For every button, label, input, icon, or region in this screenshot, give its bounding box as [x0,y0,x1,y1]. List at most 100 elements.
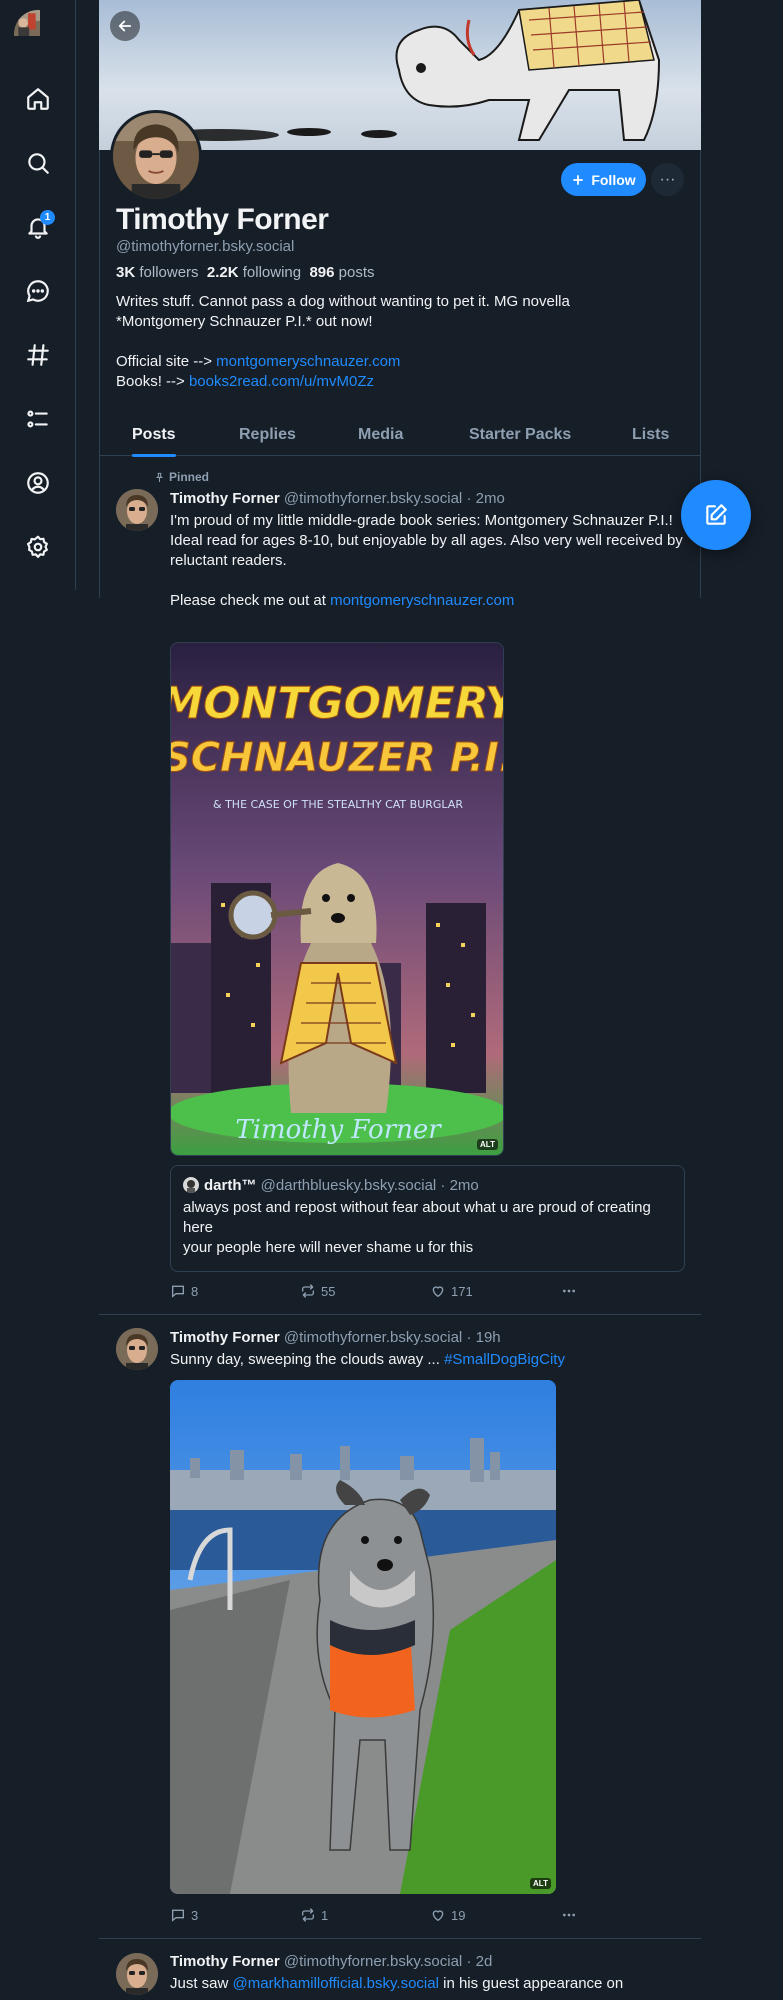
reply-button[interactable]: 3 [170,1907,198,1923]
like-count: 19 [451,1907,466,1923]
hashtag-link[interactable]: #SmallDogBigCity [444,1351,565,1368]
current-user-avatar[interactable] [14,10,62,58]
post-author-handle[interactable]: @timothyforner.bsky.social [284,1329,462,1346]
list-icon [27,410,48,428]
alt-badge[interactable]: ALT [477,1139,498,1150]
post-author-handle[interactable]: @timothyforner.bsky.social [284,490,462,507]
like-button[interactable]: 19 [430,1907,465,1923]
quote-author-avatar [183,1177,199,1193]
alt-badge[interactable]: ALT [530,1878,551,1889]
post-link[interactable]: montgomeryschnauzer.com [330,592,514,609]
cover-title-line1: MONTGOMERY [171,678,504,729]
tab-media[interactable]: Media [358,414,403,456]
like-count: 171 [451,1283,473,1299]
post-text-prefix: Just saw [170,1975,233,1992]
search-nav-button[interactable] [18,143,58,183]
tab-lists[interactable]: Lists [632,414,669,456]
pinned-indicator: Pinned [154,470,209,484]
hashtag-icon [27,344,49,366]
ellipsis-icon [563,1289,575,1293]
following-stat[interactable]: 2.2K following [207,264,301,281]
post-text-line: I'm proud of my little middle-grade book… [170,512,673,529]
post-text-line: Ideal read for ages 8-10, but enjoyable … [170,532,683,569]
arrow-left-icon [118,20,132,32]
profile-handle: @timothyforner.bsky.social [116,238,295,255]
notifications-nav-button[interactable]: 1 [18,207,58,247]
follow-button[interactable]: Follow [561,163,646,196]
chat-nav-button[interactable] [18,271,58,311]
pinned-label: Pinned [169,470,210,484]
post-author-handle[interactable]: @timothyforner.bsky.social [284,1953,462,1970]
tab-replies[interactable]: Replies [239,414,296,456]
profile-nav-button[interactable] [18,463,58,503]
post-actions: 3 1 19 [170,1907,590,1927]
quote-text-line: your people here will never shame u for … [183,1239,474,1256]
posts-stat: 896 posts [309,264,374,281]
official-site-link[interactable]: montgomeryschnauzer.com [216,353,400,370]
post-image-dog[interactable]: ALT [170,1380,556,1894]
settings-nav-button[interactable] [18,527,58,567]
post-image-book-cover[interactable]: MONTGOMERY SCHNAUZER P.I. & THE CASE OF … [170,642,504,1156]
post-timestamp[interactable]: · 2d [466,1953,492,1970]
reply-count: 3 [191,1907,199,1923]
feeds-nav-button[interactable] [18,335,58,375]
repost-button[interactable]: 1 [300,1907,328,1923]
post-text: Sunny day, sweeping the clouds away ... … [170,1350,690,1370]
ellipsis-icon [563,1913,575,1917]
notification-badge: 1 [40,210,55,225]
post-text-prefix: Sunny day, sweeping the clouds away ... [170,1351,445,1368]
quote-post[interactable]: darth™ @darthbluesky.bsky.social · 2mo a… [170,1165,685,1272]
like-button[interactable]: 171 [430,1283,473,1299]
post-dog-photo[interactable]: Timothy Forner @timothyforner.bsky.socia… [99,1316,701,1939]
post-timestamp[interactable]: · 2mo [466,490,504,507]
cover-title-line2: SCHNAUZER P.I. [171,735,504,781]
profile-tabs: Posts Replies Media Starter Packs Lists [99,414,701,457]
post-author-name[interactable]: Timothy Forner [170,1953,280,1970]
following-label: following [242,264,302,281]
post-text: Just saw @markhamillofficial.bsky.social… [170,1974,690,1994]
followers-count: 3K [116,264,136,281]
books-link[interactable]: books2read.com/u/mvM0Zz [189,373,374,390]
search-icon [28,153,49,174]
comment-icon [172,1285,184,1298]
post-author-name[interactable]: Timothy Forner [170,1329,280,1346]
post-text: I'm proud of my little middle-grade book… [170,511,690,611]
cover-subtitle: & THE CASE OF THE STEALTHY CAT BURGLAR [213,798,463,811]
post-actions: 8 55 171 [170,1283,590,1303]
quote-text-line: always post and repost without fear abou… [183,1199,651,1236]
followers-label: followers [139,264,199,281]
compose-icon [706,504,727,525]
repost-button[interactable]: 55 [300,1283,335,1299]
profile-more-button[interactable]: ··· [651,163,684,196]
bio-line: *Montgomery Schnauzer P.I.* out now! [116,313,373,330]
repost-count: 1 [321,1907,329,1923]
quote-author-name: darth™ [204,1177,257,1194]
site-prefix: Official site --> [116,353,217,370]
posts-count: 896 [309,264,335,281]
compose-post-button[interactable] [681,480,751,550]
left-nav-rail: 1 [0,0,76,590]
post-author-name[interactable]: Timothy Forner [170,490,280,507]
post-text-suffix: in his guest appearance on [438,1975,624,1992]
reply-button[interactable]: 8 [170,1283,198,1299]
tab-starter-packs[interactable]: Starter Packs [469,414,571,456]
lists-nav-button[interactable] [18,399,58,439]
profile-avatar[interactable] [110,110,202,202]
post-author-avatar[interactable] [116,1953,158,1995]
home-nav-button[interactable] [18,79,58,119]
post-mark-hamill[interactable]: Timothy Forner @timothyforner.bsky.socia… [99,1938,701,2000]
post-author-avatar[interactable] [116,489,158,531]
back-button[interactable] [110,11,140,41]
post-header: Timothy Forner @timothyforner.bsky.socia… [170,490,505,507]
user-circle-icon [27,472,49,494]
mention-link[interactable]: @markhamillofficial.bsky.social [233,1975,439,1992]
cover-author: Timothy Forner [235,1115,442,1145]
tab-posts[interactable]: Posts [132,414,176,457]
post-pinned[interactable]: Pinned Timothy Forner @timothyforner.bsk… [99,458,701,1316]
quote-author-handle: @darthbluesky.bsky.social [260,1177,437,1194]
followers-stat[interactable]: 3K followers [116,264,199,281]
post-more-button[interactable] [561,1907,577,1923]
post-author-avatar[interactable] [116,1328,158,1370]
post-more-button[interactable] [561,1283,577,1299]
post-timestamp[interactable]: · 19h [466,1329,500,1346]
